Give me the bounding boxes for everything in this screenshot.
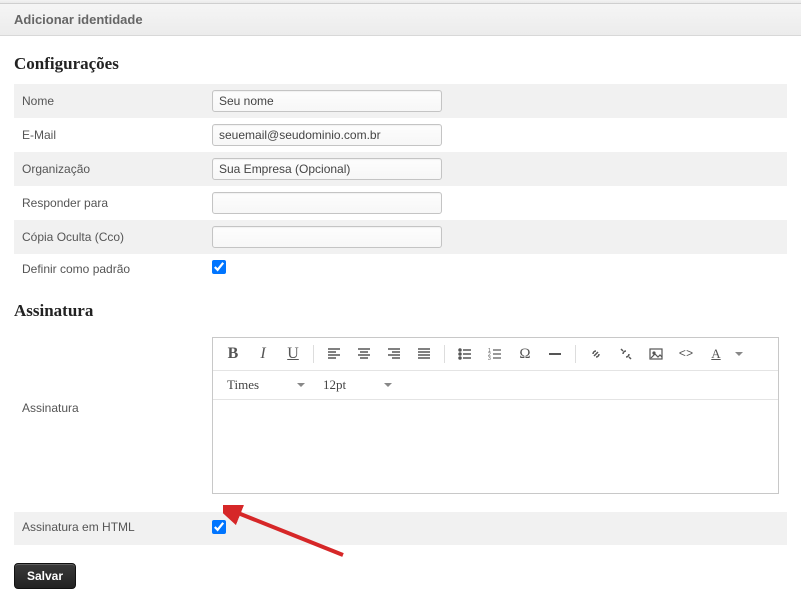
name-input[interactable] <box>212 90 442 112</box>
bold-button[interactable]: B <box>219 342 247 366</box>
replyto-input[interactable] <box>212 192 442 214</box>
page-header: Adicionar identidade <box>0 4 801 36</box>
align-left-button[interactable] <box>320 342 348 366</box>
save-button[interactable]: Salvar <box>14 563 76 589</box>
default-label: Definir como padrão <box>14 254 204 283</box>
config-section-title: Configurações <box>14 54 787 74</box>
name-label: Nome <box>14 84 204 118</box>
email-input[interactable] <box>212 124 442 146</box>
bcc-input[interactable] <box>212 226 442 248</box>
align-center-button[interactable] <box>350 342 378 366</box>
italic-button[interactable]: I <box>249 342 277 366</box>
special-char-button[interactable]: Ω <box>511 342 539 366</box>
default-checkbox[interactable] <box>212 260 226 274</box>
unlink-button[interactable] <box>612 342 640 366</box>
config-form: Nome E-Mail Organização Responder para C… <box>14 84 787 283</box>
code-button[interactable]: <> <box>672 342 700 366</box>
org-input[interactable] <box>212 158 442 180</box>
link-button[interactable] <box>582 342 610 366</box>
svg-text:3: 3 <box>488 356 491 362</box>
text-color-button[interactable]: A <box>702 342 730 366</box>
signature-label: Assinatura <box>14 331 204 500</box>
hr-button[interactable] <box>541 342 569 366</box>
bcc-label: Cópia Oculta (Cco) <box>14 220 204 254</box>
signature-html-checkbox[interactable] <box>212 520 226 534</box>
page-title: Adicionar identidade <box>14 12 143 27</box>
replyto-label: Responder para <box>14 186 204 220</box>
signature-section-title: Assinatura <box>14 301 787 321</box>
list-bullet-button[interactable] <box>451 342 479 366</box>
email-label: E-Mail <box>14 118 204 152</box>
text-color-dropdown[interactable] <box>732 342 746 366</box>
editor-toolbar-format: B I U 123 Ω <box>213 338 778 371</box>
signature-textarea[interactable] <box>213 400 778 490</box>
font-family-value: Times <box>227 377 259 393</box>
list-number-button[interactable]: 123 <box>481 342 509 366</box>
align-justify-button[interactable] <box>410 342 438 366</box>
signature-form: Assinatura B I U 123 Ω <box>14 331 787 545</box>
font-size-select[interactable]: 12pt <box>315 375 400 395</box>
underline-button[interactable]: U <box>279 342 307 366</box>
signature-editor: B I U 123 Ω <box>212 337 779 494</box>
signature-html-label: Assinatura em HTML <box>14 512 204 545</box>
org-label: Organização <box>14 152 204 186</box>
editor-toolbar-font: Times 12pt <box>213 371 778 400</box>
align-right-button[interactable] <box>380 342 408 366</box>
image-button[interactable] <box>642 342 670 366</box>
font-size-value: 12pt <box>323 377 346 393</box>
font-family-select[interactable]: Times <box>219 375 313 395</box>
